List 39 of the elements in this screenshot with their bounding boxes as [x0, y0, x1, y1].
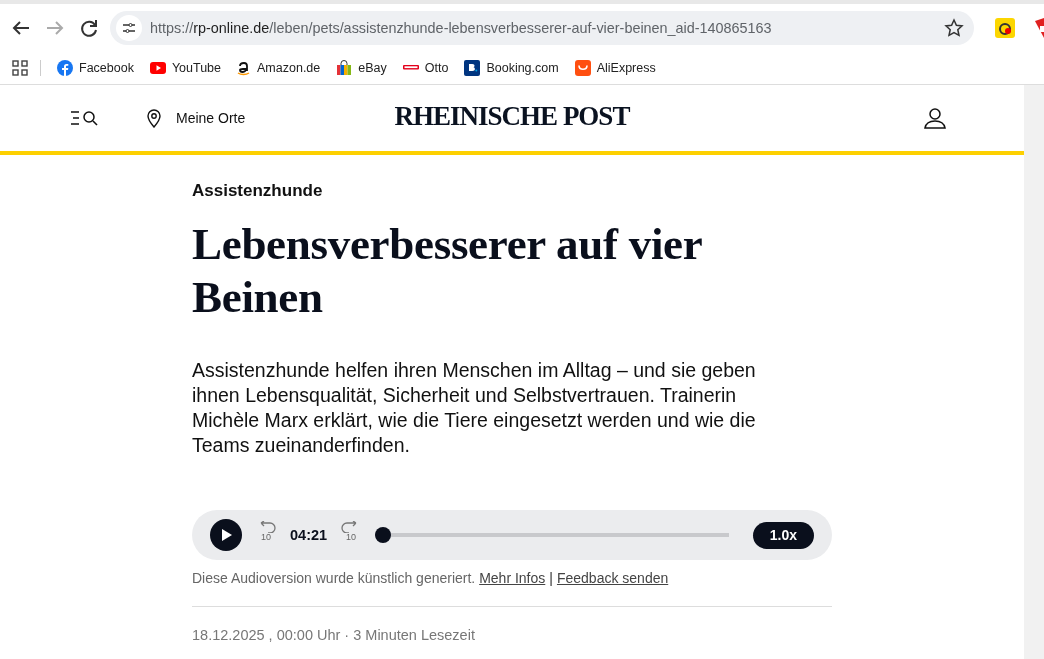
rewind-button[interactable]: 10 [254, 521, 278, 549]
playback-time: 04:21 [290, 527, 328, 543]
site-logo[interactable]: RHEINISCHE POST [394, 101, 630, 131]
link-separator: | [549, 570, 553, 586]
user-icon[interactable] [924, 107, 946, 129]
places-link[interactable]: Meine Orte [146, 108, 246, 128]
article-meta: 18.12.2025 , 00:00 Uhr · 3 Minuten Lesezeit [192, 627, 476, 643]
bookmark[interactable]: YouTube [141, 53, 230, 82]
bookmark[interactable]: Amazon.de [229, 53, 329, 82]
facebook-icon [57, 59, 73, 76]
bookmark[interactable]: Otto [394, 53, 457, 82]
bookmark[interactable]: eBay [328, 53, 395, 82]
bookmark[interactable]: Facebook [49, 53, 142, 82]
location-pin-icon [146, 108, 162, 128]
tune-icon[interactable] [122, 20, 136, 35]
extension-icon[interactable] [994, 16, 1016, 39]
progress-thumb[interactable] [375, 527, 392, 543]
star-icon[interactable] [944, 17, 964, 38]
article-teaser: Assistenzhunde helfen ihren Menschen im Alltag – und sie geben ihnen Lebensqualität, Sicherheit und Selbstvertrauen. Trainerin Michèle Marx erklärt, wie die Tiere eingesetzt werden und wie die Teams zueinanderfinden. [192, 358, 757, 458]
bookmark[interactable]: AliExpress [566, 53, 664, 82]
audio-notice: Diese Audioversion wurde künstlich generiert. [192, 570, 476, 586]
article-kicker: Assistenzhunde [192, 181, 324, 201]
wordmark-icon [402, 65, 419, 70]
play-icon [220, 528, 232, 542]
play-button[interactable] [210, 519, 242, 551]
apps-grid-icon[interactable] [12, 59, 28, 76]
booking-icon [464, 59, 481, 76]
bookmark[interactable]: Booking.com [456, 53, 567, 82]
speed-button[interactable]: 1.0x [752, 521, 814, 549]
scrollbar[interactable] [1024, 85, 1044, 659]
feedback-link[interactable]: Feedback senden [556, 570, 669, 586]
more-info-link[interactable]: Mehr Infos [479, 570, 546, 586]
play-icon [149, 59, 166, 76]
menu-search-icon[interactable] [70, 109, 98, 127]
forward-button[interactable]: 10 [339, 521, 364, 549]
address-bar[interactable]: https://rp-online.de/leben/pets/assistenzhunde-lebensverbesserer-auf-vier-beinen_aid-140865163 [110, 10, 974, 45]
smile-arrow-icon [237, 59, 252, 76]
article-headline: Lebensverbesserer auf vier Beinen [192, 218, 703, 324]
url-text: https://rp-online.de/leben/pets/assistenzhunde-lebensverbesserer-auf-vier-beinen_aid-140865163 [150, 19, 773, 36]
